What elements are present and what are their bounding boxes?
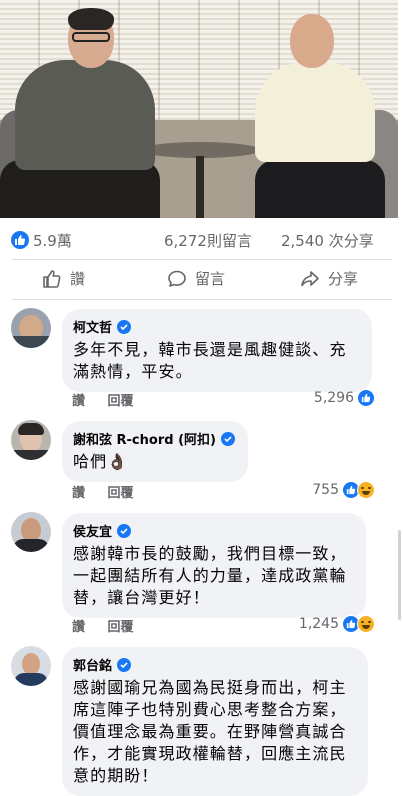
comment-reply-link[interactable]: 回覆	[108, 394, 134, 409]
divider	[12, 299, 392, 300]
comment-bubble: 侯友宜 感謝韓市長的鼓勵，我們目標一致，一起團結所有人的力量，達成政黨輪替，讓台…	[62, 513, 366, 618]
comment-reactions[interactable]: 1,245	[299, 615, 375, 633]
haha-reaction-icon	[357, 481, 375, 499]
commenter-name[interactable]: 郭台銘	[73, 655, 112, 674]
commenter-name[interactable]: 柯文哲	[73, 317, 112, 336]
comment-button-label: 留言	[195, 270, 226, 288]
share-arrow-icon	[301, 270, 319, 286]
commenter-name[interactable]: 謝和弦 R-chord (阿扣)	[73, 429, 216, 448]
verified-badge-icon	[117, 319, 132, 334]
comment-like-link[interactable]: 讚	[72, 620, 85, 635]
comment-reply-link[interactable]: 回覆	[108, 620, 134, 635]
divider	[12, 259, 392, 260]
likes-count[interactable]: 5.9萬	[33, 230, 72, 251]
comment-text: 多年不見，韓市長還是風趣健談、充滿熱情，平安。	[73, 340, 347, 381]
verified-badge-icon	[220, 431, 235, 446]
like-button-label: 讚	[70, 270, 86, 288]
person-left	[15, 60, 155, 170]
shares-count[interactable]: 2,540 次分享	[281, 230, 374, 251]
reaction-count: 1,245	[298, 616, 339, 632]
post-photo[interactable]	[0, 0, 398, 218]
verified-badge-icon	[117, 523, 132, 538]
post-stats: 5.9萬 6,272則留言 2,540 次分享	[0, 225, 403, 255]
comment-bubble: 柯文哲 多年不見，韓市長還是風趣健談、充滿熱情，平安。	[62, 309, 372, 392]
comment-text: 感謝韓市長的鼓勵，我們目標一致，一起團結所有人的力量，達成政黨輪替，讓台灣更好！	[73, 544, 347, 607]
share-button-label: 分享	[328, 270, 359, 288]
comments-count[interactable]: 6,272則留言	[164, 230, 252, 251]
like-button[interactable]: 讚	[42, 268, 85, 289]
avatar[interactable]	[11, 646, 51, 686]
comment-reply-link[interactable]: 回覆	[108, 486, 134, 501]
comment-bubble-icon	[168, 270, 186, 287]
avatar[interactable]	[11, 512, 51, 552]
post-actions: 讚 留言 分享	[0, 262, 403, 298]
comment-reactions[interactable]: 755	[312, 481, 375, 499]
commenter-name[interactable]: 侯友宜	[73, 521, 112, 540]
comment-button[interactable]: 留言	[167, 268, 225, 289]
reaction-count: 5,296	[313, 390, 354, 406]
comment-text: 感謝國瑜兄為國為民挺身而出，柯主席這陣子也特別費心思考整合方案，價值理念最為重要…	[73, 678, 347, 785]
comment-bubble: 郭台銘 感謝國瑜兄為國為民挺身而出，柯主席這陣子也特別費心思考整合方案，價值理念…	[62, 647, 368, 796]
share-button[interactable]: 分享	[300, 268, 358, 289]
avatar[interactable]	[11, 308, 51, 348]
haha-reaction-icon	[357, 615, 375, 633]
comment-like-link[interactable]: 讚	[72, 394, 85, 409]
like-reaction-icon	[11, 231, 29, 249]
verified-badge-icon	[117, 657, 132, 672]
comment-like-link[interactable]: 讚	[72, 486, 85, 501]
thumbs-up-icon	[43, 269, 61, 288]
avatar[interactable]	[11, 420, 51, 460]
like-reaction-icon	[357, 389, 375, 407]
comment-reactions[interactable]: 5,296	[314, 389, 375, 407]
comment-text: 哈們👌🏿	[73, 452, 129, 471]
reaction-count: 755	[312, 482, 339, 498]
person-right	[255, 62, 375, 162]
comment-bubble: 謝和弦 R-chord (阿扣) 哈們👌🏿	[62, 421, 248, 482]
scrollbar[interactable]	[398, 530, 401, 620]
